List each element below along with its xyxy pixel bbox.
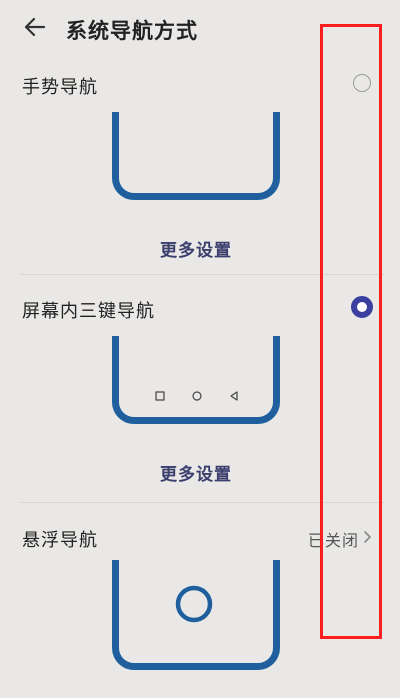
more-settings-three-key[interactable]: 更多设置	[160, 460, 232, 485]
more-settings-gesture[interactable]: 更多设置	[160, 236, 232, 261]
back-button[interactable]	[22, 14, 48, 40]
triangle-back-icon	[230, 391, 238, 401]
three-key-preview	[112, 336, 280, 424]
square-icon	[155, 391, 165, 401]
option-label-gesture: 手势导航	[22, 77, 98, 98]
circle-icon	[192, 391, 202, 401]
option-label-three-key: 屏幕内三键导航	[22, 301, 155, 322]
annotation-highlight-box	[320, 24, 382, 639]
arrow-left-icon	[24, 17, 46, 37]
gesture-preview	[112, 112, 280, 200]
floating-button-icon	[175, 585, 213, 623]
page-title: 系统导航方式	[66, 19, 198, 43]
option-label-floating: 悬浮导航	[22, 530, 98, 551]
